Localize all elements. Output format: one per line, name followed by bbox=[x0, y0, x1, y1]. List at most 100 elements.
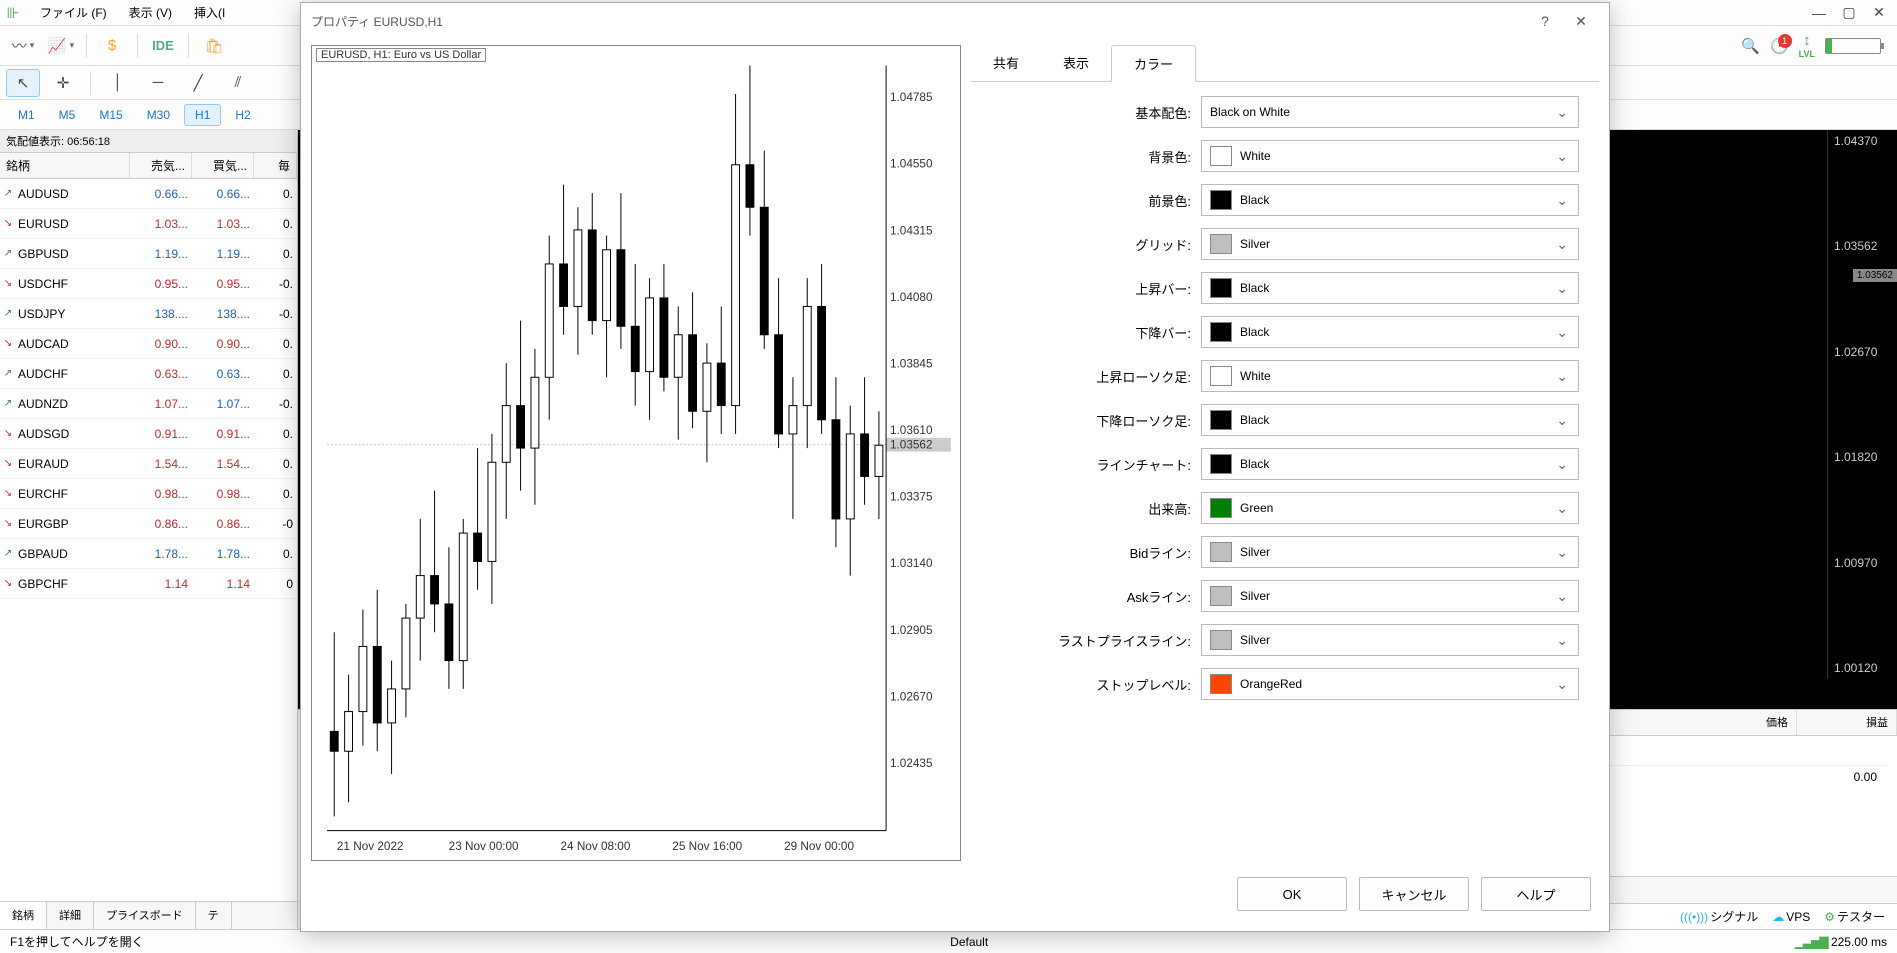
arrow-up-icon: ↗ bbox=[0, 398, 16, 409]
cursor-tool[interactable]: ↖ bbox=[6, 69, 40, 97]
color-swatch bbox=[1210, 630, 1232, 650]
color-swatch bbox=[1210, 190, 1232, 210]
dialog-tab[interactable]: 共有 bbox=[971, 45, 1041, 81]
arrow-up-icon: ↗ bbox=[0, 188, 16, 199]
color-dropdown[interactable]: Black bbox=[1201, 272, 1579, 304]
market-watch-row[interactable]: ↘ EURCHF 0.98... 0.98... 0. bbox=[0, 479, 297, 509]
market-watch-row[interactable]: ↘ AUDSGD 0.91... 0.91... 0. bbox=[0, 419, 297, 449]
market-watch-panel: 気配値表示: 06:56:18 銘柄 売気... 買気... 毎 ↗ AUDUS… bbox=[0, 130, 298, 929]
notification-button[interactable]: 🕒 1 bbox=[1770, 37, 1789, 55]
col-ask[interactable]: 買気... bbox=[192, 153, 254, 178]
color-row: 基本配色: Black on White bbox=[971, 96, 1579, 128]
color-dropdown[interactable]: Black bbox=[1201, 404, 1579, 436]
cancel-button[interactable]: キャンセル bbox=[1359, 877, 1469, 911]
market-watch-row[interactable]: ↗ AUDNZD 1.07... 1.07... -0. bbox=[0, 389, 297, 419]
market-watch-row[interactable]: ↘ USDCHF 0.95... 0.95... -0. bbox=[0, 269, 297, 299]
timeframe-H1[interactable]: H1 bbox=[184, 104, 221, 126]
color-dropdown[interactable]: Black bbox=[1201, 316, 1579, 348]
color-label: 上昇バー: bbox=[971, 279, 1191, 298]
dialog-tab[interactable]: カラー bbox=[1111, 45, 1196, 82]
color-dropdown[interactable]: OrangeRed bbox=[1201, 668, 1579, 700]
signal-bars-icon: ▁▃▅▇ bbox=[1795, 935, 1828, 949]
market-watch-row[interactable]: ↘ EURUSD 1.03... 1.03... 0. bbox=[0, 209, 297, 239]
mw-tab[interactable]: 詳細 bbox=[47, 902, 94, 929]
mw-tab[interactable]: テ bbox=[196, 902, 232, 929]
svg-text:1.03610: 1.03610 bbox=[890, 424, 933, 437]
signal-link[interactable]: シグナル bbox=[1680, 908, 1758, 925]
dialog-tab[interactable]: 表示 bbox=[1041, 45, 1111, 81]
color-dropdown[interactable]: Silver bbox=[1201, 228, 1579, 260]
maximize-icon[interactable]: ▢ bbox=[1835, 3, 1863, 23]
dialog-help-icon[interactable]: ? bbox=[1527, 13, 1563, 29]
mw-tab[interactable]: 銘柄 bbox=[0, 902, 47, 930]
color-value: Silver bbox=[1240, 545, 1270, 559]
color-swatch bbox=[1210, 322, 1232, 342]
vps-link[interactable]: VPS bbox=[1772, 910, 1810, 924]
market-watch-row[interactable]: ↘ EURAUD 1.54... 1.54... 0. bbox=[0, 449, 297, 479]
timeframe-M5[interactable]: M5 bbox=[49, 105, 86, 125]
svg-text:1.03562: 1.03562 bbox=[890, 439, 932, 452]
ok-button[interactable]: OK bbox=[1237, 877, 1347, 911]
chart-type-dropdown[interactable]: 📈 bbox=[44, 31, 78, 61]
color-dropdown[interactable]: Black bbox=[1201, 448, 1579, 480]
market-watch-row[interactable]: ↗ GBPUSD 1.19... 1.19... 0. bbox=[0, 239, 297, 269]
timeframe-M1[interactable]: M1 bbox=[8, 105, 45, 125]
help-button[interactable]: ヘルプ bbox=[1481, 877, 1591, 911]
menu-file[interactable]: ファイル (F) bbox=[30, 1, 117, 24]
svg-text:1.04785: 1.04785 bbox=[890, 91, 933, 104]
market-watch-row[interactable]: ↘ GBPCHF 1.14 1.14 0 bbox=[0, 569, 297, 599]
search-icon[interactable]: 🔍 bbox=[1741, 37, 1760, 55]
col-symbol[interactable]: 銘柄 bbox=[0, 153, 130, 178]
market-watch-row[interactable]: ↘ EURGBP 0.86... 0.86... -0 bbox=[0, 509, 297, 539]
color-dropdown[interactable]: Black on White bbox=[1201, 96, 1579, 128]
vline-tool[interactable]: │ bbox=[101, 69, 135, 97]
color-dropdown[interactable]: Silver bbox=[1201, 536, 1579, 568]
market-watch-row[interactable]: ↗ USDJPY 138.... 138.... -0. bbox=[0, 299, 297, 329]
arrow-down-icon: ↘ bbox=[0, 428, 16, 439]
market-button[interactable]: 🛍 bbox=[197, 31, 231, 61]
color-dropdown[interactable]: White bbox=[1201, 360, 1579, 392]
arrow-down-icon: ↘ bbox=[0, 338, 16, 349]
dollar-button[interactable]: $ bbox=[95, 31, 129, 61]
color-value: Black bbox=[1240, 413, 1269, 427]
svg-text:1.04315: 1.04315 bbox=[890, 224, 933, 237]
color-value: Silver bbox=[1240, 237, 1270, 251]
channel-tool[interactable]: ⫽ bbox=[221, 69, 255, 97]
close-icon[interactable]: ✕ bbox=[1865, 3, 1893, 23]
color-dropdown[interactable]: Silver bbox=[1201, 580, 1579, 612]
color-dropdown[interactable]: Silver bbox=[1201, 624, 1579, 656]
timeframe-M15[interactable]: M15 bbox=[89, 105, 132, 125]
color-dropdown[interactable]: White bbox=[1201, 140, 1579, 172]
terminal-col-pl[interactable]: 損益 bbox=[1797, 710, 1897, 735]
menu-view[interactable]: 表示 (V) bbox=[119, 1, 182, 24]
color-dropdown[interactable]: Green bbox=[1201, 492, 1579, 524]
trendline-tool[interactable]: ╱ bbox=[181, 69, 215, 97]
color-swatch bbox=[1210, 366, 1232, 386]
crosshair-tool[interactable]: ✛ bbox=[46, 69, 80, 97]
svg-text:1.02670: 1.02670 bbox=[890, 690, 933, 703]
ide-button[interactable]: IDE bbox=[146, 31, 180, 61]
col-change[interactable]: 毎 bbox=[254, 153, 297, 178]
mw-tab[interactable]: プライスボード bbox=[94, 902, 196, 929]
timeframe-H2[interactable]: H2 bbox=[225, 105, 260, 125]
color-row: 上昇ローソク足: White bbox=[971, 360, 1579, 392]
dialog-close-icon[interactable]: ✕ bbox=[1563, 13, 1599, 30]
change-value: -0 bbox=[254, 517, 297, 531]
col-bid[interactable]: 売気... bbox=[130, 153, 192, 178]
hline-tool[interactable]: ─ bbox=[141, 69, 175, 97]
market-watch-row[interactable]: ↗ AUDUSD 0.66... 0.66... 0. bbox=[0, 179, 297, 209]
color-label: 上昇ローソク足: bbox=[971, 367, 1191, 386]
menu-insert[interactable]: 挿入(I bbox=[184, 1, 235, 24]
line-style-dropdown[interactable]: 〰 bbox=[6, 31, 40, 61]
color-row: ストップレベル: OrangeRed bbox=[971, 668, 1579, 700]
market-watch-row[interactable]: ↗ GBPAUD 1.78... 1.78... 0. bbox=[0, 539, 297, 569]
ask-value: 0.98... bbox=[192, 487, 254, 501]
tester-link[interactable]: テスター bbox=[1824, 908, 1885, 925]
timeframe-M30[interactable]: M30 bbox=[137, 105, 180, 125]
color-dropdown[interactable]: Black bbox=[1201, 184, 1579, 216]
color-value: White bbox=[1240, 149, 1271, 163]
market-watch-row[interactable]: ↗ AUDCHF 0.63... 0.63... 0. bbox=[0, 359, 297, 389]
market-watch-row[interactable]: ↘ AUDCAD 0.90... 0.90... 0. bbox=[0, 329, 297, 359]
arrow-up-icon: ↗ bbox=[0, 368, 16, 379]
minimize-icon[interactable]: — bbox=[1805, 3, 1833, 23]
